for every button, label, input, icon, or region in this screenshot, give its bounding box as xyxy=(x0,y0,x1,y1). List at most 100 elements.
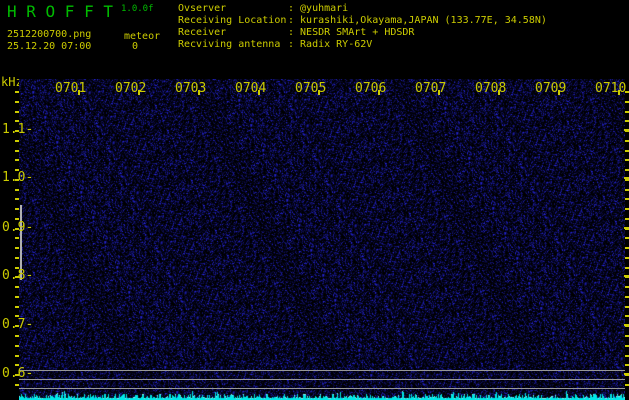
station-info-label: Ovserver xyxy=(178,3,227,14)
y-minor-tick-left xyxy=(15,228,19,230)
y-minor-tick-right xyxy=(625,257,629,259)
y-minor-tick-left xyxy=(15,355,19,357)
x-tick-mark xyxy=(78,90,80,95)
x-tick-label: 0703 xyxy=(175,81,207,96)
y-minor-tick-left xyxy=(15,198,19,200)
x-tick-mark xyxy=(618,90,620,95)
station-info-value: : NESDR SMArt + HDSDR xyxy=(288,27,415,38)
y-minor-tick-left xyxy=(15,111,19,113)
station-info-row: Ovserver: @yuhmari xyxy=(178,3,547,15)
y-minor-tick-left xyxy=(15,306,19,308)
station-info-row: Recviving antenna : Radix RY-62V xyxy=(178,39,547,51)
y-minor-tick-left xyxy=(15,101,19,103)
y-minor-tick-right xyxy=(625,237,629,239)
y-minor-tick-right xyxy=(625,228,629,230)
station-info-value: : kurashiki,Okayama,JAPAN (133.77E, 34.5… xyxy=(288,15,547,26)
y-minor-tick-right xyxy=(625,364,629,366)
app-version: 1.0.0f xyxy=(121,4,154,14)
y-minor-tick-left xyxy=(15,374,19,376)
datetime-label: 25.12.20 07:00 xyxy=(7,41,92,52)
x-tick-label: 0709 xyxy=(535,81,567,96)
y-minor-tick-right xyxy=(625,120,629,122)
y-minor-tick-right xyxy=(625,267,629,269)
y-minor-tick-right xyxy=(625,140,629,142)
y-minor-tick-left xyxy=(15,208,19,210)
y-minor-tick-left xyxy=(15,345,19,347)
y-minor-tick-left xyxy=(15,140,19,142)
y-minor-tick-right xyxy=(625,335,629,337)
x-tick-label: 0708 xyxy=(475,81,507,96)
y-minor-tick-right xyxy=(625,247,629,249)
y-minor-tick-right xyxy=(625,159,629,161)
y-minor-tick-right xyxy=(625,355,629,357)
x-tick-mark xyxy=(258,90,260,95)
x-tick-mark xyxy=(318,90,320,95)
y-minor-tick-left xyxy=(15,384,19,386)
y-minor-tick-right xyxy=(625,384,629,386)
y-minor-tick-right xyxy=(625,198,629,200)
y-minor-tick-left xyxy=(15,257,19,259)
station-info-row: Receiving Location: kurashiki,Okayama,JA… xyxy=(178,15,547,27)
x-tick-mark xyxy=(198,90,200,95)
x-tick-label: 0707 xyxy=(415,81,447,96)
y-minor-tick-left xyxy=(15,267,19,269)
signal-level-gridline xyxy=(19,379,625,380)
station-info-row: Receiver : NESDR SMArt + HDSDR xyxy=(178,27,547,39)
y-minor-tick-left xyxy=(15,276,19,278)
y-minor-tick-right xyxy=(625,111,629,113)
y-minor-tick-left xyxy=(15,120,19,122)
y-minor-tick-left xyxy=(15,325,19,327)
y-minor-tick-right xyxy=(625,315,629,317)
y-minor-tick-right xyxy=(625,218,629,220)
y-minor-tick-left xyxy=(15,179,19,181)
y-minor-tick-right xyxy=(625,325,629,327)
y-minor-tick-left xyxy=(15,237,19,239)
y-minor-tick-left xyxy=(15,218,19,220)
y-minor-tick-right xyxy=(625,374,629,376)
y-minor-tick-right xyxy=(625,345,629,347)
meteor-count: 0 xyxy=(132,41,139,52)
y-minor-tick-right xyxy=(625,150,629,152)
signal-level-gridline xyxy=(19,370,625,371)
y-minor-tick-left xyxy=(15,130,19,132)
station-info-value: : Radix RY-62V xyxy=(288,39,373,50)
mode-label: meteor xyxy=(124,31,161,42)
x-tick-mark xyxy=(438,90,440,95)
y-minor-tick-left xyxy=(15,247,19,249)
y-minor-tick-left xyxy=(15,91,19,93)
x-tick-label: 0710 xyxy=(595,81,627,96)
spectrogram-canvas xyxy=(19,79,625,400)
x-tick-label: 0701 xyxy=(55,81,87,96)
station-info-label: Receiving Location xyxy=(178,15,287,26)
x-tick-mark xyxy=(558,90,560,95)
output-filename: 2512200700.png xyxy=(7,29,92,40)
y-minor-tick-left xyxy=(15,169,19,171)
x-tick-mark xyxy=(378,90,380,95)
x-tick-mark xyxy=(498,90,500,95)
x-tick-label: 0704 xyxy=(235,81,267,96)
station-info-label: Recviving antenna xyxy=(178,39,281,50)
y-minor-tick-right xyxy=(625,286,629,288)
y-minor-tick-right xyxy=(625,208,629,210)
y-minor-tick-left xyxy=(15,150,19,152)
y-minor-tick-right xyxy=(625,130,629,132)
y-minor-tick-right xyxy=(625,306,629,308)
y-minor-tick-right xyxy=(625,296,629,298)
y-minor-tick-left xyxy=(15,364,19,366)
y-minor-tick-right xyxy=(625,189,629,191)
x-tick-label: 0706 xyxy=(355,81,387,96)
hrofft-window: H R O F F T 1.0.0f 2512200700.png meteor… xyxy=(0,0,629,400)
y-minor-tick-left xyxy=(15,315,19,317)
y-minor-tick-right xyxy=(625,169,629,171)
x-tick-label: 0705 xyxy=(295,81,327,96)
y-minor-tick-left xyxy=(15,296,19,298)
station-info-label: Receiver xyxy=(178,27,227,38)
y-minor-tick-right xyxy=(625,276,629,278)
y-minor-tick-left xyxy=(15,189,19,191)
app-title: H R O F F T xyxy=(7,2,113,21)
x-tick-label: 0702 xyxy=(115,81,147,96)
y-minor-tick-right xyxy=(625,179,629,181)
signal-level-gridline xyxy=(19,388,625,389)
y-minor-tick-left xyxy=(15,286,19,288)
y-minor-tick-right xyxy=(625,101,629,103)
